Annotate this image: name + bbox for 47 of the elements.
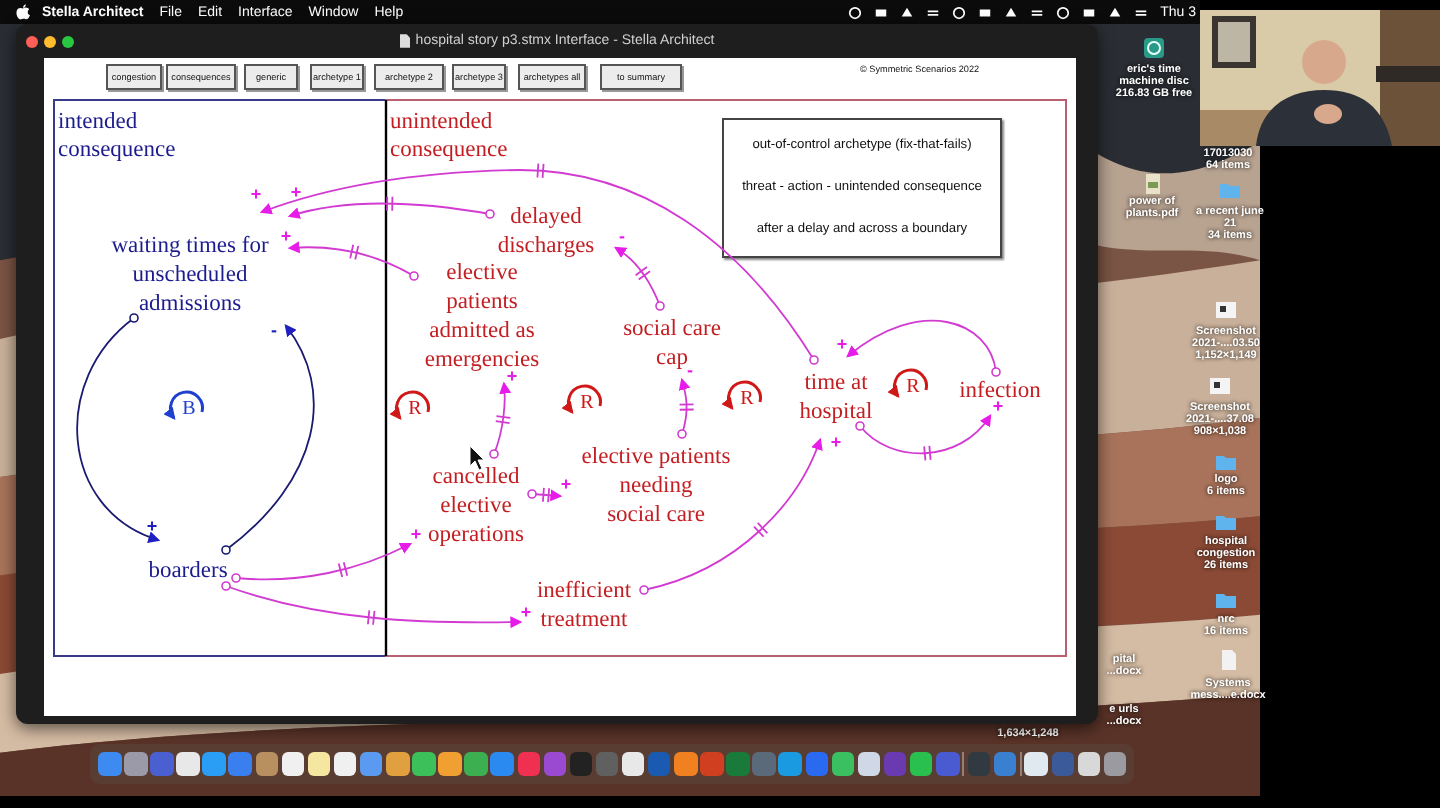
variable-label: elective patients admitted as emergencies (424, 261, 540, 372)
polarity-sign: + (146, 516, 158, 536)
variable-label: delayed discharges (497, 205, 595, 258)
variable-label: boarders (148, 559, 228, 583)
folder-icon[interactable] (1216, 512, 1236, 532)
polarity-sign: + (836, 334, 848, 354)
status-icon[interactable] (1030, 5, 1045, 19)
document-icon[interactable] (1142, 174, 1162, 194)
app-icon[interactable] (176, 752, 200, 776)
document-icon (399, 34, 410, 48)
region-label: unintended consequence (390, 110, 508, 162)
polarity-sign: + (250, 184, 262, 204)
region-label: intended consequence (58, 110, 176, 162)
polarity-sign: + (290, 182, 302, 202)
variable-label: time at hospital (799, 371, 873, 424)
app-icon[interactable] (674, 752, 698, 776)
app-icon[interactable] (412, 752, 436, 776)
image-thumbnail-icon[interactable] (1210, 376, 1230, 396)
polarity-sign: + (506, 366, 518, 386)
status-icon[interactable] (926, 5, 941, 19)
minimize-button[interactable] (44, 35, 56, 47)
app-icon[interactable] (1024, 752, 1048, 776)
polarity-sign: + (560, 474, 572, 494)
app-icon[interactable] (386, 752, 410, 776)
variable-label: inefficient treatment (536, 579, 632, 632)
close-button[interactable] (26, 35, 38, 47)
image-thumbnail-icon[interactable] (1216, 300, 1236, 320)
drive-icon[interactable] (1144, 38, 1164, 58)
variable-label: elective patients needing social care (581, 445, 731, 527)
polarity-sign: + (410, 524, 422, 544)
polarity-sign: + (280, 226, 292, 246)
polarity-sign: + (520, 602, 532, 622)
app-icon[interactable] (438, 752, 462, 776)
polarity-sign: + (830, 432, 842, 452)
logo-icon[interactable] (16, 4, 30, 20)
variable-label: cancelled elective operations (428, 465, 524, 547)
folder-icon[interactable] (1216, 590, 1236, 610)
app-icon[interactable] (464, 752, 488, 776)
zoom-button[interactable] (62, 35, 74, 47)
polarity-sign: - (271, 320, 277, 340)
app-icon[interactable] (124, 752, 148, 776)
cursor-icon (469, 445, 485, 471)
polarity-sign: - (619, 226, 625, 246)
status-icon[interactable] (1134, 5, 1149, 19)
variable-label: waiting times for unscheduled admissions (111, 234, 269, 316)
polarity-sign: - (687, 360, 693, 380)
variable-label: social care cap (623, 317, 721, 370)
